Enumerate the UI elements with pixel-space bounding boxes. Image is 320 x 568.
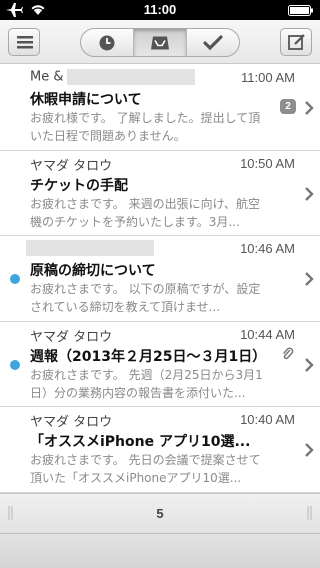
chevron-right-icon — [305, 272, 314, 287]
tab-done[interactable] — [187, 29, 239, 56]
tab-later[interactable] — [81, 29, 134, 56]
redacted-sender — [67, 69, 196, 85]
message-subject: 「オススメiPhone アプリ10選... — [30, 434, 251, 451]
unread-dot — [10, 359, 20, 370]
message-row[interactable]: ヤマダ タロウ 10:40 AM 「オススメiPhone アプリ10選... お… — [0, 407, 320, 493]
status-time: 11:00 — [143, 2, 177, 17]
message-list: Me & 11:00 AM 休暇申請について お疲れ様です。 了解しました。提出… — [0, 65, 320, 493]
message-sender — [26, 240, 154, 257]
message-subject: チケットの手配 — [30, 177, 128, 194]
check-icon — [203, 34, 223, 50]
battery-icon — [288, 5, 313, 16]
message-preview: お疲れさまです。 以下の原稿ですが、設定されている締切を教えて頂けませ... — [30, 282, 261, 315]
menu-icon — [17, 36, 33, 49]
view-segmented-control — [80, 28, 240, 57]
message-preview: お疲れ様です。 了解しました。提出して頂いた日程で問題ありません。 — [30, 111, 261, 143]
paperclip-icon — [283, 347, 294, 359]
redacted-sender — [26, 240, 154, 257]
compose-icon — [288, 34, 305, 50]
status-bar: 11:00 — [0, 0, 320, 20]
message-time: 10:40 AM — [240, 412, 295, 428]
list-footer: 5 — [0, 493, 320, 533]
message-subject: 休暇申請について — [30, 92, 142, 108]
message-time: 10:46 AM — [240, 241, 295, 257]
message-subject: 原稿の締切について — [30, 263, 156, 280]
menu-button[interactable] — [8, 28, 40, 56]
message-row[interactable]: ヤマダ タロウ 10:50 AM チケットの手配 お疲れさまです。 来週の出張に… — [0, 151, 320, 237]
message-sender: ヤマダ タロウ — [30, 329, 113, 345]
message-time: 10:44 AM — [240, 326, 295, 342]
chevron-right-icon — [305, 357, 314, 372]
thread-count-badge: 2 — [280, 99, 296, 114]
message-row[interactable]: ヤマダ タロウ 10:44 AM 週報（2013年２月25日～３月1日） お疲れ… — [0, 322, 320, 408]
message-sender: ヤマダ タロウ — [30, 158, 113, 174]
message-row[interactable]: 10:46 AM 原稿の締切について お疲れさまです。 以下の原稿ですが、設定さ… — [0, 236, 320, 322]
right-grip-handle[interactable] — [307, 506, 312, 520]
message-preview: お疲れさまです。 先日の会議で提案させて頂いた「オススメiPhoneアプリ10選… — [30, 453, 261, 486]
message-preview: お疲れさまです。 来週の出張に向け、航空機のチケットを予約いたします。3月... — [30, 196, 261, 229]
clock-icon — [99, 35, 115, 50]
message-time: 10:50 AM — [240, 155, 295, 171]
message-sender: ヤマダ タロウ — [30, 415, 113, 431]
message-preview: お疲れさまです。 先週（2月25日から3月1日）分の業務内容の報告書を添付いた.… — [30, 367, 263, 400]
toolbar — [0, 20, 320, 64]
chevron-right-icon — [305, 101, 314, 115]
chevron-right-icon — [305, 186, 314, 201]
message-time: 11:00 AM — [241, 70, 295, 85]
message-count: 5 — [156, 506, 164, 521]
message-subject: 週報（2013年２月25日～３月1日） — [30, 348, 267, 365]
inbox-icon — [151, 36, 169, 49]
unread-dot — [10, 274, 20, 285]
chevron-right-icon — [305, 443, 314, 458]
bottom-bar — [0, 533, 320, 568]
message-sender: Me & — [30, 69, 196, 85]
message-row[interactable]: Me & 11:00 AM 休暇申請について お疲れ様です。 了解しました。提出… — [0, 65, 320, 151]
compose-button[interactable] — [280, 28, 312, 56]
tab-inbox[interactable] — [134, 29, 187, 56]
